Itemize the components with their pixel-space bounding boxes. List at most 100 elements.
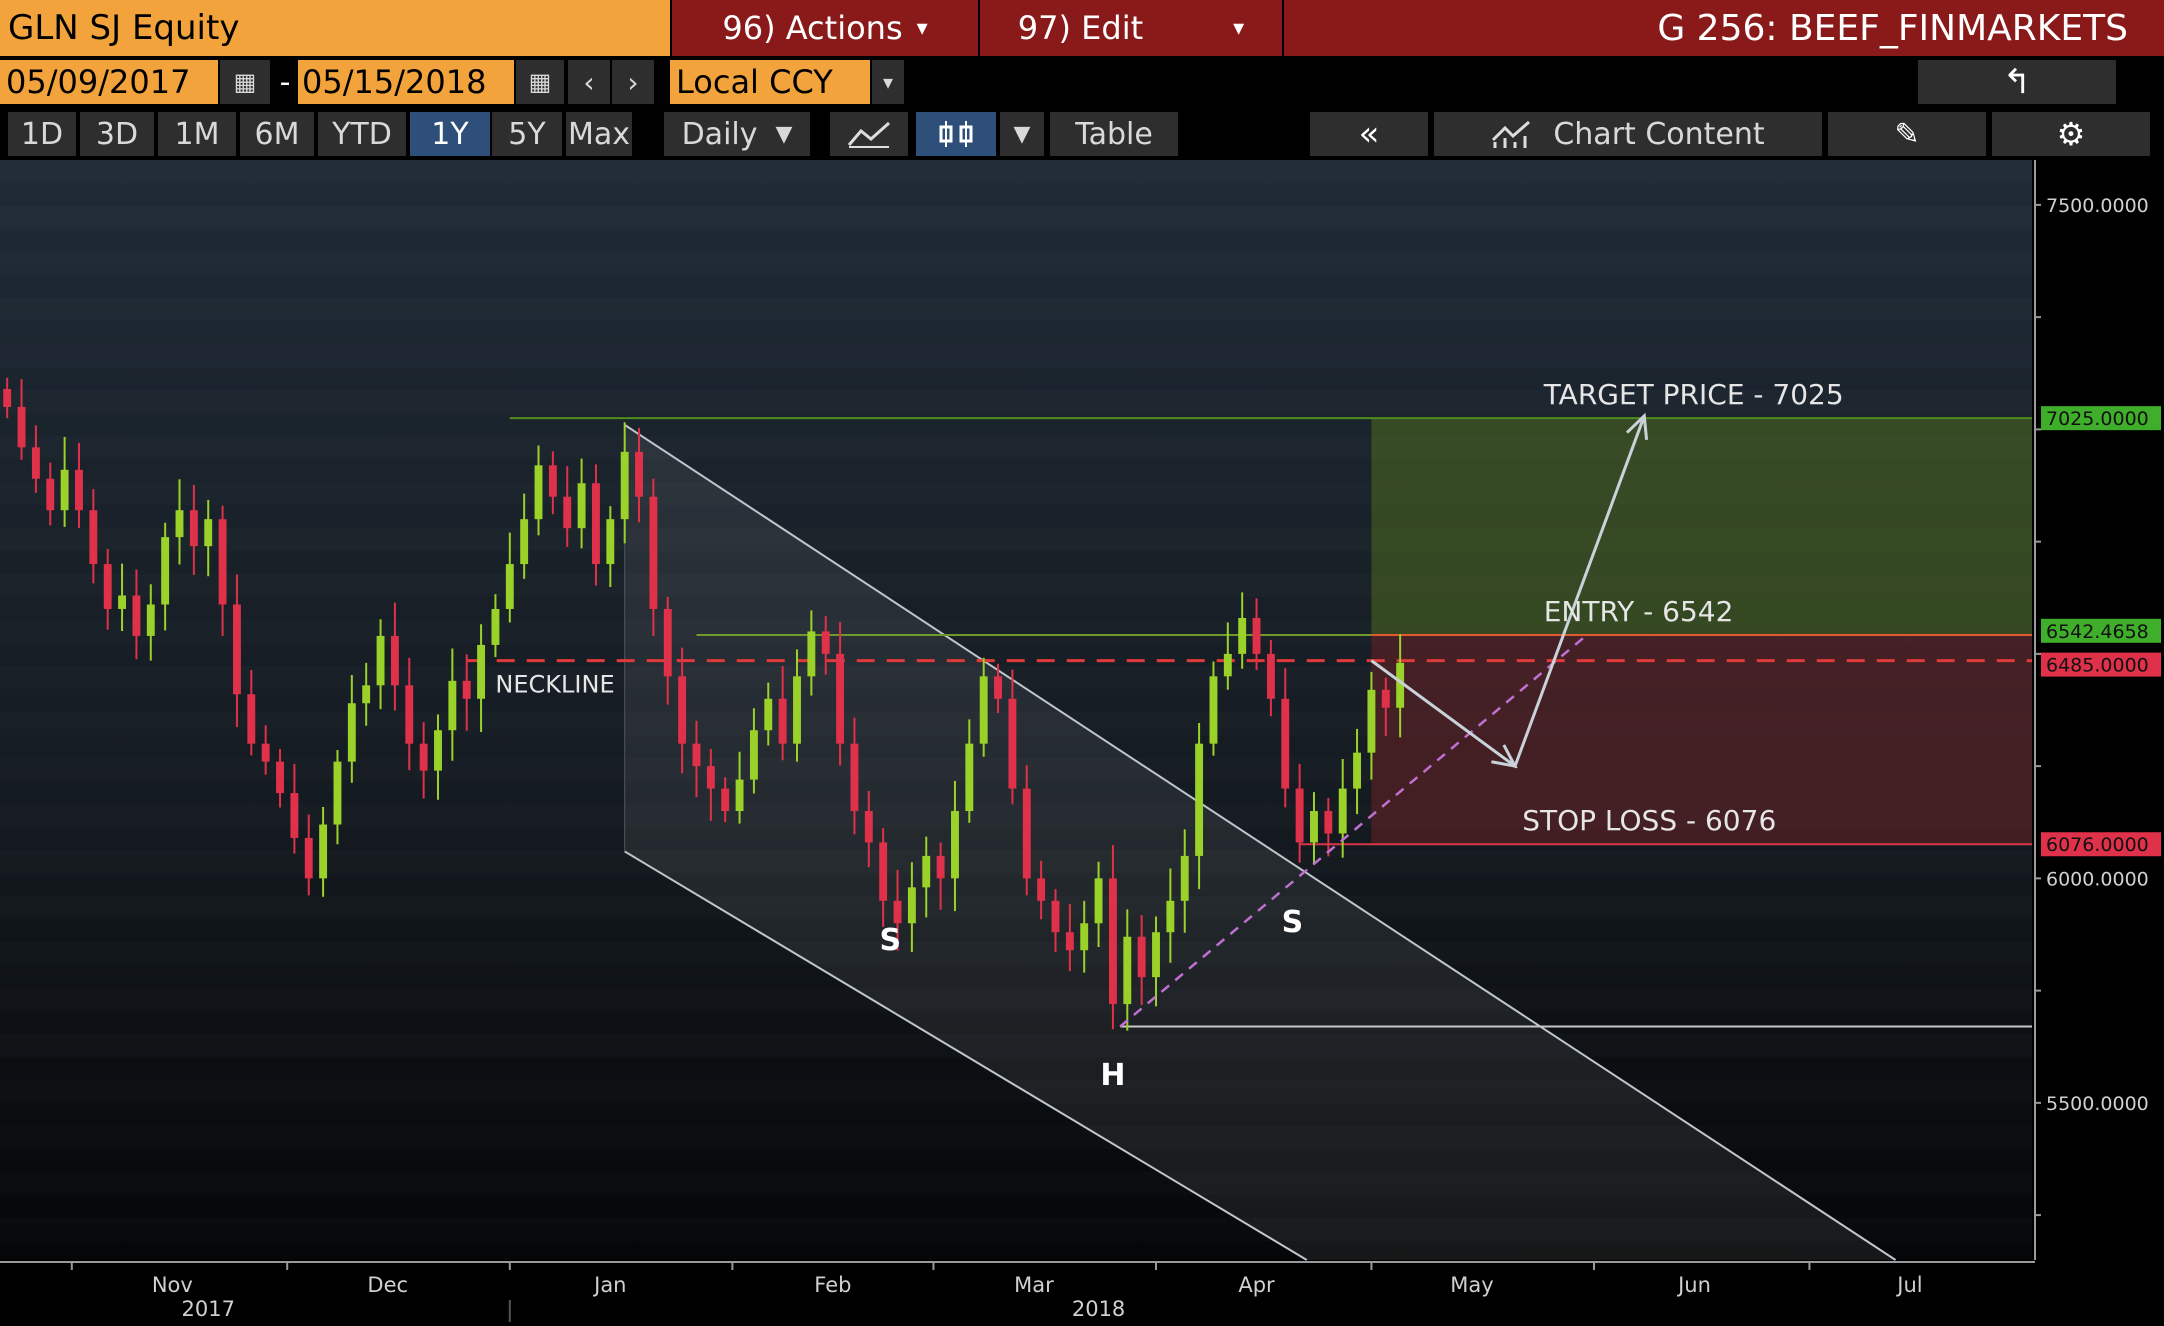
caret-down-icon: ▾ [1233, 15, 1245, 41]
range-button-1m[interactable]: 1M [158, 112, 238, 156]
candle-body [1295, 788, 1304, 843]
caret-down-icon: ▼ [775, 121, 793, 147]
candle-body [175, 510, 184, 538]
range-button-max[interactable]: Max [566, 112, 634, 156]
left-shoulder-label: S [880, 923, 902, 958]
currency-select[interactable]: Local CCY [670, 60, 870, 104]
candle-body [46, 478, 55, 511]
chart-content-label: Chart Content [1553, 116, 1765, 152]
chart-content-button[interactable]: Chart Content [1434, 112, 1824, 156]
range-button-1d[interactable]: 1D [8, 112, 78, 156]
range-button-6m[interactable]: 6M [240, 112, 316, 156]
candle-body [807, 631, 816, 677]
candlestick-chart: TARGET PRICE - 7025 ENTRY - 6542 STOP LOSS… [0, 160, 2161, 1322]
candle-body [951, 811, 959, 879]
candle-body [477, 644, 486, 699]
actions-menu[interactable]: 96) Actions ▾ [672, 0, 978, 56]
candle-body [103, 564, 112, 609]
candle-body [1338, 788, 1347, 834]
candle-body [1108, 878, 1117, 1005]
candle-body [3, 388, 12, 407]
candle-body [548, 465, 557, 497]
candle-body [17, 406, 26, 448]
candle-body [793, 676, 801, 744]
candle-body [276, 761, 284, 794]
y-tick-label: 7500.0000 [2046, 195, 2149, 217]
undo-icon[interactable]: ↰ [1918, 60, 2118, 104]
candle-body [1353, 752, 1362, 789]
candle-body [132, 595, 141, 636]
candle-body [1252, 617, 1261, 654]
frequency-select[interactable]: Daily ▼ [664, 112, 812, 156]
candle-body [1281, 698, 1290, 789]
stop-loss-label: STOP LOSS - 6076 [1522, 804, 1776, 837]
candle-body [821, 631, 830, 654]
frequency-label: Daily [681, 116, 758, 152]
candle-body [89, 510, 98, 565]
chevron-left-icon[interactable]: ‹ [568, 60, 612, 104]
candle-body [1310, 811, 1318, 843]
calendar-icon[interactable]: ▦ [220, 60, 272, 104]
price-tag-label: 6076.0000 [2046, 834, 2149, 856]
chart-content-icon [1492, 120, 1531, 148]
candle-body [1094, 878, 1103, 924]
candle-body [505, 564, 514, 609]
chart-area[interactable]: TARGET PRICE - 7025 ENTRY - 6542 STOP LOSS… [0, 160, 2164, 1322]
background-band [0, 160, 2032, 183]
security-field[interactable]: GLN SJ Equity [0, 0, 670, 56]
candle-body [31, 447, 40, 479]
candle-body [462, 680, 471, 699]
start-date-field[interactable]: 05/09/2017 [0, 60, 218, 104]
month-label: Jan [592, 1273, 626, 1297]
candle-body [1367, 689, 1376, 753]
collapse-icon[interactable]: « [1310, 112, 1430, 156]
candle-body [419, 743, 428, 771]
candle-body [922, 855, 931, 888]
background-band [0, 298, 2032, 321]
range-button-3d[interactable]: 3D [80, 112, 156, 156]
edit-label: 97) Edit [1017, 9, 1144, 47]
y-tick-label: 6000.0000 [2046, 868, 2149, 890]
month-label: Mar [1014, 1273, 1054, 1297]
candle-body [247, 694, 256, 744]
candle-body [491, 608, 500, 645]
candle-body [347, 703, 356, 762]
line-chart-icon [847, 121, 890, 148]
candle-body [635, 451, 643, 497]
candlestick-icon[interactable] [916, 112, 996, 156]
year-label: 2018 [1072, 1297, 1125, 1321]
candle-body [965, 743, 974, 812]
candle-body [994, 676, 1002, 699]
end-date-field[interactable]: 05/15/2018 [298, 60, 514, 104]
head-label: H [1100, 1058, 1125, 1093]
background-band [0, 1126, 2032, 1149]
candle-body [534, 465, 543, 520]
month-label: Apr [1238, 1273, 1275, 1297]
candle-body [75, 469, 83, 511]
chevron-right-icon[interactable]: › [612, 60, 656, 104]
table-button[interactable]: Table [1050, 112, 1180, 156]
caret-down-icon[interactable]: ▼ [1000, 112, 1046, 156]
candle-body [1223, 653, 1232, 677]
edit-menu[interactable]: 97) Edit ▾ [980, 0, 1282, 56]
entry-label: ENTRY - 6542 [1544, 595, 1734, 628]
range-button-5y[interactable]: 5Y [492, 112, 564, 156]
candle-body [1195, 743, 1204, 856]
annotate-icon[interactable]: ✎ [1828, 112, 1988, 156]
neckline-label: NECKLINE [495, 671, 614, 699]
candle-body [1008, 698, 1017, 789]
candle-body [261, 743, 270, 762]
right-shoulder-label: S [1282, 905, 1304, 940]
line-chart-icon[interactable] [830, 112, 910, 156]
gear-icon[interactable]: ⚙ [1992, 112, 2152, 156]
range-button-ytd[interactable]: YTD [318, 112, 408, 156]
candle-body [563, 496, 572, 529]
range-button-1y[interactable]: 1Y [410, 112, 490, 156]
candle-body [189, 510, 198, 547]
calendar-icon[interactable]: ▦ [516, 60, 566, 104]
candle-body [218, 519, 227, 605]
graph-title: G 256: BEEF_FINMARKETS [1284, 0, 2164, 56]
candle-body [663, 608, 672, 677]
candle-body [836, 653, 845, 744]
caret-down-icon[interactable]: ▾ [872, 60, 906, 104]
